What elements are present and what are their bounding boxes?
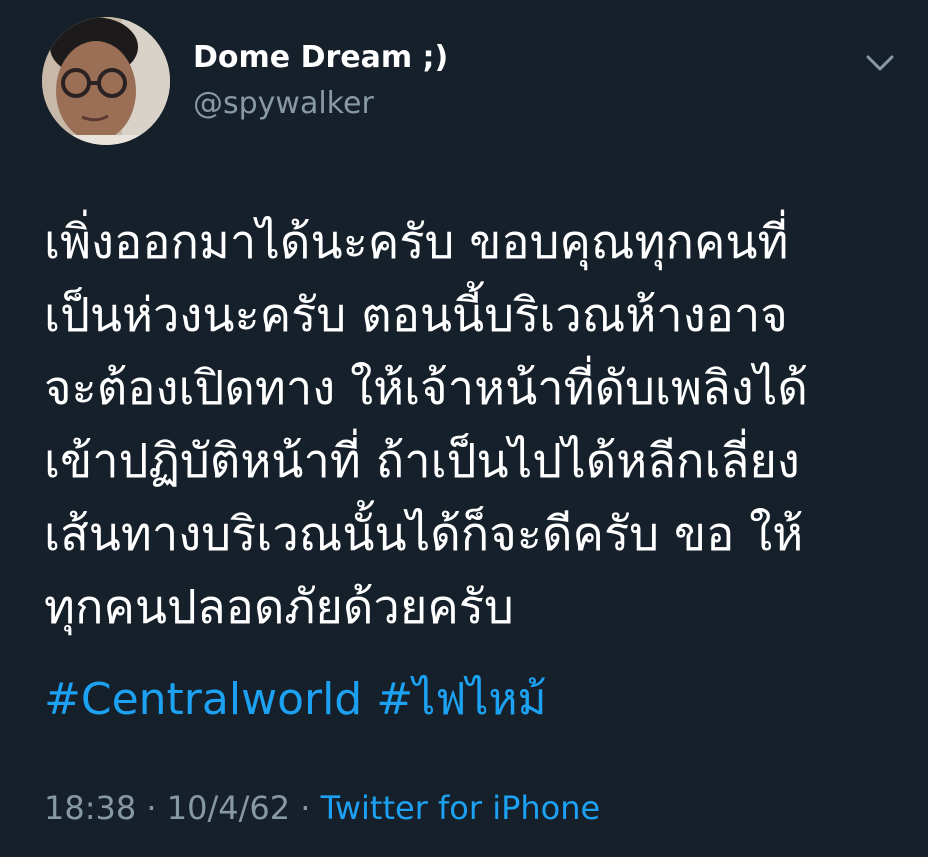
user-handle[interactable]: @spywalker <box>193 84 374 124</box>
chevron-down-icon[interactable] <box>862 48 898 78</box>
avatar[interactable] <box>42 17 170 145</box>
image-border <box>0 857 932 863</box>
tweet-text-line: เพิ่งออกมาได้นะครับ ขอบคุณทุกคนที่ <box>44 215 789 270</box>
hashtag-link[interactable]: #Centralworld <box>44 674 362 725</box>
tweet-meta: 18:38 · 10/4/62 · Twitter for iPhone <box>44 786 600 830</box>
tweet-date[interactable]: 10/4/62 <box>167 789 290 827</box>
avatar-photo <box>42 17 170 145</box>
meta-separator: · <box>146 789 157 827</box>
hashtags: #Centralworld #ไฟไหม้ <box>44 670 547 730</box>
tweet-source-link[interactable]: Twitter for iPhone <box>321 789 601 827</box>
tweet-text-line: เส้นทางบริเวณนั้นได้ก็จะดีครับ ขอ ให้ <box>44 507 804 562</box>
tweet-time[interactable]: 18:38 <box>44 789 136 827</box>
tweet-text: เพิ่งออกมาได้นะครับ ขอบคุณทุกคนที่ เป็นห… <box>44 206 904 644</box>
tweet-text-line: เข้าปฏิบัติหน้าที่ ถ้าเป็นไปได้หลีกเลี่ย… <box>44 434 800 489</box>
image-border <box>928 0 932 863</box>
tweet-text-line: เป็นห่วงนะครับ ตอนนี้บริเวณห้างอาจ <box>44 288 788 343</box>
meta-separator: · <box>300 789 311 827</box>
display-name[interactable]: Dome Dream ;) <box>193 38 448 78</box>
tweet-text-line: จะต้องเปิดทาง ให้เจ้าหน้าที่ดับเพลิงได้ <box>44 361 808 416</box>
hashtag-link[interactable]: #ไฟไหม้ <box>376 674 546 725</box>
tweet-text-line: ทุกคนปลอดภัยด้วยครับ <box>44 580 514 635</box>
tweet-card: Dome Dream ;) @spywalker เพิ่งออกมาได้นะ… <box>0 0 928 857</box>
